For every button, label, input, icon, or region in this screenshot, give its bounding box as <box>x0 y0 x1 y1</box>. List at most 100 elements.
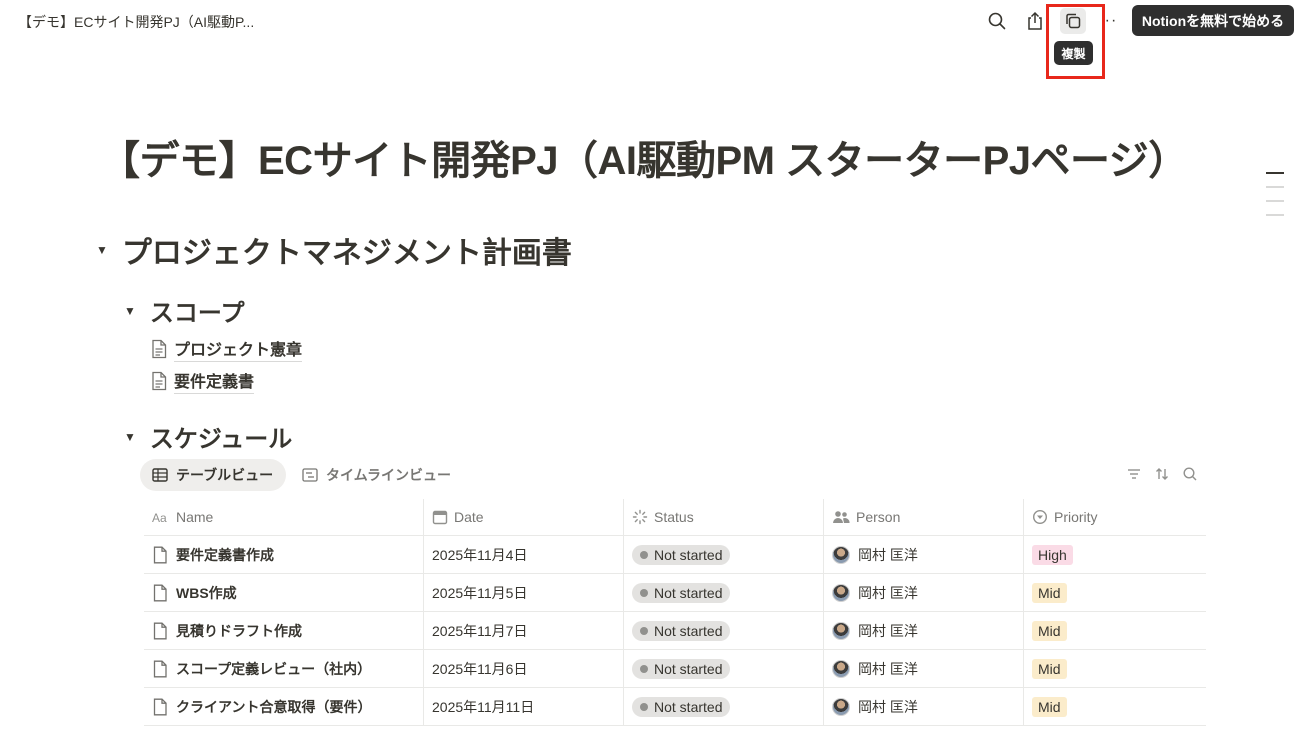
toggle-triangle-icon[interactable]: ▼ <box>124 304 136 318</box>
column-header-name[interactable]: Aa Name <box>144 499 424 535</box>
tab-table-view[interactable]: テーブルビュー <box>140 459 286 491</box>
cell-person[interactable]: 岡村 匡洋 <box>824 650 1024 687</box>
person-name: 岡村 匡洋 <box>858 546 918 563</box>
avatar <box>832 621 850 640</box>
task-name: スコープ定義レビュー（社内） <box>176 660 372 677</box>
cell-date[interactable]: 2025年11月7日 <box>424 612 624 649</box>
status-badge: Not started <box>632 620 731 641</box>
page-title[interactable]: 【デモ】ECサイト開発PJ（AI駆動PM スターターPJページ） <box>100 128 1188 186</box>
cell-priority[interactable]: High <box>1024 536 1206 573</box>
filter-button[interactable] <box>1126 466 1142 487</box>
toc-line[interactable] <box>1266 186 1284 188</box>
page-icon <box>153 546 167 563</box>
cell-name[interactable]: WBS作成 <box>144 574 424 611</box>
person-name: 岡村 匡洋 <box>858 698 918 715</box>
heading-text: プロジェクトマネジメント計画書 <box>121 237 572 270</box>
task-date: 2025年11月6日 <box>432 660 528 677</box>
cell-person[interactable]: 岡村 匡洋 <box>824 574 1024 611</box>
table-of-contents-indicator[interactable] <box>1266 172 1286 228</box>
cell-person[interactable]: 岡村 匡洋 <box>824 612 1024 649</box>
page-link-project-charter[interactable]: プロジェクト憲章 <box>150 336 303 362</box>
column-header-status[interactable]: Status <box>624 499 824 535</box>
page-icon <box>153 698 167 715</box>
status-badge: Not started <box>632 544 731 565</box>
page-icon <box>152 371 167 391</box>
status-dot-icon <box>640 550 648 559</box>
status-icon <box>632 509 648 525</box>
share-icon <box>1028 11 1042 30</box>
table-search-button[interactable] <box>1182 466 1198 487</box>
toggle-triangle-icon[interactable]: ▼ <box>124 430 136 444</box>
toc-line[interactable] <box>1266 200 1284 202</box>
cell-name[interactable]: 見積りドラフト作成 <box>144 612 424 649</box>
cell-status[interactable]: Not started <box>624 574 824 611</box>
breadcrumb[interactable]: 【デモ】ECサイト開発PJ（AI駆動P... <box>18 12 254 32</box>
toc-line[interactable] <box>1266 172 1284 174</box>
cell-status[interactable]: Not started <box>624 688 824 725</box>
avatar <box>832 545 850 564</box>
task-date: 2025年11月5日 <box>432 584 528 601</box>
search-button[interactable] <box>984 8 1010 34</box>
table-row[interactable]: スコープ定義レビュー（社内） 2025年11月6日 Not started 岡村 匡洋… <box>144 650 1206 688</box>
cell-status[interactable]: Not started <box>624 536 824 573</box>
cell-name[interactable]: 要件定義書作成 <box>144 536 424 573</box>
share-button[interactable] <box>1022 8 1048 34</box>
toggle-heading-schedule[interactable]: ▼ スケジュール <box>124 419 292 454</box>
status-dot-icon <box>640 588 648 597</box>
cell-priority[interactable]: Mid <box>1024 650 1206 687</box>
cell-priority[interactable]: Mid <box>1024 688 1206 725</box>
heading-text: スケジュール <box>149 426 293 453</box>
column-header-person[interactable]: Person <box>824 499 1024 535</box>
cell-date[interactable]: 2025年11月4日 <box>424 536 624 573</box>
column-header-priority[interactable]: Priority <box>1024 499 1206 535</box>
avatar <box>832 583 850 602</box>
text-property-icon: Aa <box>152 511 167 523</box>
status-dot-icon <box>640 664 648 673</box>
column-header-date[interactable]: Date <box>424 499 624 535</box>
cell-name[interactable]: スコープ定義レビュー（社内） <box>144 650 424 687</box>
table-row[interactable]: WBS作成 2025年11月5日 Not started 岡村 匡洋 Mid <box>144 574 1206 612</box>
search-icon <box>988 12 1006 30</box>
table-row[interactable]: 見積りドラフト作成 2025年11月7日 Not started 岡村 匡洋 Mid <box>144 612 1206 650</box>
cell-date[interactable]: 2025年11月6日 <box>424 650 624 687</box>
cell-date[interactable]: 2025年11月5日 <box>424 574 624 611</box>
sort-button[interactable] <box>1154 466 1170 487</box>
person-name: 岡村 匡洋 <box>858 584 918 601</box>
page-link-requirements-doc[interactable]: 要件定義書 <box>150 368 255 394</box>
cell-date[interactable]: 2025年11月11日 <box>424 688 624 725</box>
column-header-label: Name <box>176 509 214 525</box>
tab-timeline-view[interactable]: タイムラインビュー <box>290 459 463 491</box>
table-row[interactable]: 要件定義書作成 2025年11月4日 Not started 岡村 匡洋 High <box>144 536 1206 574</box>
svg-text:Aa: Aa <box>152 511 167 523</box>
toggle-heading-pm-plan[interactable]: ▼ プロジェクトマネジメント計画書 <box>96 228 572 272</box>
cell-name[interactable]: クライアント合意取得（要件） <box>144 688 424 725</box>
heading-text: スコープ <box>149 300 245 327</box>
status-label: Not started <box>654 660 723 677</box>
status-dot-icon <box>640 626 648 635</box>
cell-priority[interactable]: Mid <box>1024 574 1206 611</box>
task-date: 2025年11月7日 <box>432 622 528 639</box>
cell-person[interactable]: 岡村 匡洋 <box>824 688 1024 725</box>
toggle-heading-scope[interactable]: ▼ スコープ <box>124 293 244 328</box>
cell-status[interactable]: Not started <box>624 650 824 687</box>
status-label: Not started <box>654 584 723 601</box>
avatar <box>832 697 850 716</box>
priority-badge: Mid <box>1032 696 1067 717</box>
cell-status[interactable]: Not started <box>624 612 824 649</box>
task-name: 要件定義書作成 <box>176 546 274 563</box>
task-date: 2025年11月4日 <box>432 546 528 563</box>
toggle-triangle-icon[interactable]: ▼ <box>96 243 108 257</box>
table-header: Aa Name Date Status Person Priority <box>144 499 1206 536</box>
cell-priority[interactable]: Mid <box>1024 612 1206 649</box>
top-bar: 【デモ】ECサイト開発PJ（AI駆動P... ·· 複製 Notionを無料で始… <box>0 0 1299 79</box>
table-row[interactable]: クライアント合意取得（要件） 2025年11月11日 Not started 岡村 匡… <box>144 688 1206 726</box>
task-name: WBS作成 <box>176 584 237 601</box>
task-name: 見積りドラフト作成 <box>176 622 302 639</box>
column-header-label: Date <box>454 509 484 525</box>
table-icon <box>152 468 168 482</box>
sort-icon <box>1156 468 1168 480</box>
cell-person[interactable]: 岡村 匡洋 <box>824 536 1024 573</box>
status-badge: Not started <box>632 658 731 679</box>
start-notion-free-button[interactable]: Notionを無料で始める <box>1132 5 1294 36</box>
toc-line[interactable] <box>1266 214 1284 216</box>
